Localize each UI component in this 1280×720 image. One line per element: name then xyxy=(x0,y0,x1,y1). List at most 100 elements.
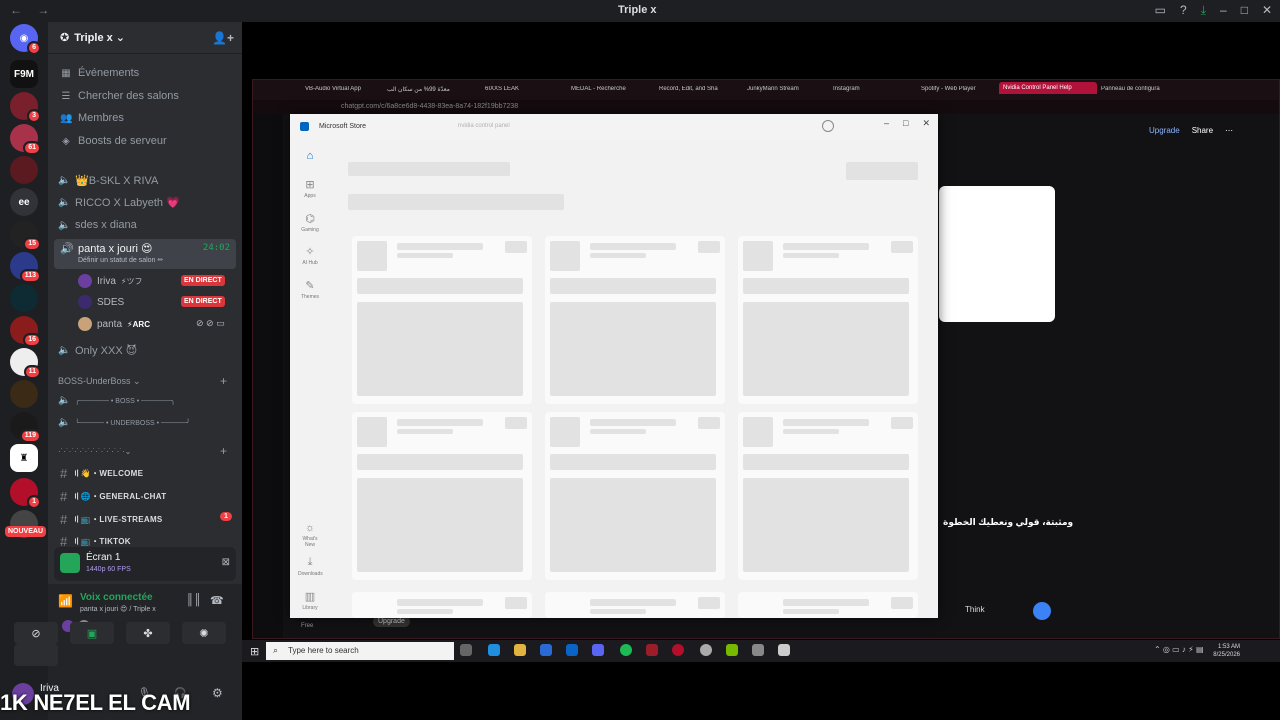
minimize-icon[interactable]: – xyxy=(884,118,889,129)
nav-library[interactable]: ▥ Library xyxy=(298,590,322,611)
activities-button[interactable]: ✤ xyxy=(126,622,170,644)
server-ee[interactable]: ee xyxy=(10,188,38,216)
url-bar[interactable]: chatgpt.com/c/6a8ce6d8-4438-83ea-8a74-18… xyxy=(253,100,1279,114)
store-icon[interactable] xyxy=(540,644,552,656)
server-icon[interactable]: 119 xyxy=(10,412,41,443)
server-icon[interactable] xyxy=(10,380,38,408)
taskbar-search[interactable]: ⌕ Type here to search xyxy=(266,642,454,660)
voice-channel[interactable]: 🔈 👑B-SKL X RIVA xyxy=(58,174,158,187)
upgrade-link[interactable]: Upgrade xyxy=(1149,126,1180,135)
nav-apps[interactable]: ⊞ Apps xyxy=(298,178,322,199)
settings-icon[interactable] xyxy=(700,644,712,656)
nav-home[interactable]: ⌂ xyxy=(298,150,322,164)
edge-icon[interactable] xyxy=(488,644,500,656)
browser-tab[interactable]: JunkyMann Stream xyxy=(747,86,813,92)
nav-themes[interactable]: ✎ Themes xyxy=(298,279,322,300)
share-button[interactable]: Share xyxy=(1192,126,1213,135)
voice-channel[interactable]: 🔈 ╰───── • UNDERBOSS • ─────╯ xyxy=(58,417,190,428)
stop-stream-icon[interactable]: ⊠ xyxy=(222,557,230,568)
voice-user[interactable]: panta ⚡ARC xyxy=(78,317,150,331)
menu-members[interactable]: 👥 Membres xyxy=(60,112,124,124)
nav-whats-new[interactable]: ☼ What's New xyxy=(298,522,322,548)
browser-tab-active[interactable]: Nvidia Control Panel Help xyxy=(999,82,1097,94)
app-icon[interactable] xyxy=(778,644,790,656)
camera-off-button[interactable]: ⊘ xyxy=(14,622,58,644)
voice-channel[interactable]: 🔈 sdes x diana xyxy=(58,219,137,231)
text-channel[interactable]: # 〢🌐・GENERAL-CHAT xyxy=(60,489,166,504)
browser-tab[interactable]: Panneau de configura xyxy=(1101,86,1181,92)
share-screen-button[interactable]: ▣ xyxy=(70,622,114,644)
voice-channel[interactable]: 🔈 ╭────── • BOSS • ──────╮ xyxy=(58,395,175,406)
inbox-icon[interactable]: ▭ xyxy=(1155,3,1166,18)
settings-gear-icon[interactable]: ⚙ xyxy=(212,686,223,700)
server-icon[interactable]: 113 xyxy=(10,252,41,283)
add-channel-icon[interactable]: + xyxy=(220,374,227,388)
maximize-icon[interactable]: □ xyxy=(1241,3,1248,18)
voice-channel[interactable]: 🔈 RICCO X Labyeth 💗 xyxy=(58,196,180,209)
add-channel-icon[interactable]: + xyxy=(220,444,227,458)
server-icon[interactable]: 61 xyxy=(10,124,41,155)
active-voice-channel[interactable]: 🔊 panta x jouri 😍 24:02 Définir un statu… xyxy=(54,239,236,269)
help-icon[interactable]: ? xyxy=(1180,3,1187,18)
browser-tab[interactable]: 6IXXS LEAK xyxy=(485,86,545,92)
image-thumbnail[interactable] xyxy=(939,186,1055,322)
store-search-input[interactable]: nvidia control panel xyxy=(458,123,510,129)
mail-icon[interactable] xyxy=(566,644,578,656)
category-header[interactable]: BOSS-UnderBoss ⌄ xyxy=(58,376,141,387)
clock[interactable]: 1:53 AM 8/25/2026 xyxy=(1213,643,1240,659)
explorer-icon[interactable] xyxy=(514,644,526,656)
invite-icon[interactable]: 👤+ xyxy=(212,31,234,45)
close-icon[interactable]: ✕ xyxy=(922,118,930,129)
discord-icon[interactable] xyxy=(592,644,604,656)
voice-channel[interactable]: 🔈 Only XXX 😈 xyxy=(58,344,137,357)
download-icon[interactable]: ⤓ xyxy=(1201,3,1206,18)
voice-user[interactable]: SDES xyxy=(78,295,124,309)
close-icon[interactable]: ✕ xyxy=(1262,3,1272,18)
app-icon[interactable] xyxy=(752,644,764,656)
maximize-icon[interactable]: □ xyxy=(903,118,908,129)
browser-tab[interactable]: MEDAL - Recherche xyxy=(571,86,639,92)
server-triple-x[interactable]: ♜ xyxy=(10,444,38,472)
voice-channel-path[interactable]: panta x jouri 😍 / Triple x xyxy=(80,605,156,613)
noise-icon[interactable]: ║║ xyxy=(186,594,202,606)
server-icon[interactable] xyxy=(10,284,38,312)
nav-downloads[interactable]: ⤓ Downloads xyxy=(298,556,323,577)
text-channel[interactable]: # 〢👋・WELCOME xyxy=(60,466,143,481)
disconnect-icon[interactable]: ☎ xyxy=(210,594,224,607)
spotify-icon[interactable] xyxy=(620,644,632,656)
server-header[interactable]: ✪ Triple x ⌄ 👤+ xyxy=(48,22,242,54)
discord-home-icon[interactable]: ◉ 6 xyxy=(10,24,41,55)
menu-events[interactable]: ▦ Événements xyxy=(60,67,139,79)
nav-ai-hub[interactable]: ✧ AI Hub xyxy=(298,245,322,266)
text-channel[interactable]: # 〢📺・LIVE-STREAMS xyxy=(60,512,163,527)
windows-start-icon[interactable]: ⊞ xyxy=(250,645,259,658)
voice-user[interactable]: Iriva ⚡ツフ xyxy=(78,274,143,288)
browser-tab[interactable]: Spotify - Web Player xyxy=(921,86,997,92)
system-tray-icons[interactable]: ⌃ ◎ ▭ ♪ ⚡ ▤ xyxy=(1154,645,1204,654)
minimize-icon[interactable]: – xyxy=(1220,3,1227,18)
category-divider[interactable]: ·˙·˙·˙·˙·˙·˙·˙·˙·˙·˙·˙·˙·⌄ xyxy=(58,447,131,456)
nav-gaming[interactable]: ⌬ Gaming xyxy=(298,212,322,233)
voice-mode-icon[interactable] xyxy=(1033,602,1051,620)
set-status-link[interactable]: Définir un statut de salon ✏ xyxy=(78,256,163,264)
server-f9m[interactable]: F9M xyxy=(10,60,38,88)
task-view-icon[interactable] xyxy=(460,644,472,656)
nav-arrows[interactable]: ← → xyxy=(10,3,55,17)
browser-tab[interactable]: Instagram xyxy=(833,86,889,92)
menu-boosts[interactable]: ◈ Boosts de serveur xyxy=(60,135,167,147)
opera-icon[interactable] xyxy=(672,644,684,656)
server-icon[interactable]: 1 xyxy=(10,478,41,509)
app-icon[interactable] xyxy=(646,644,658,656)
server-icon[interactable] xyxy=(10,156,38,184)
server-icon[interactable]: 16 xyxy=(10,316,41,347)
browser-tab[interactable]: معدّة 99% من سكان الب xyxy=(387,86,467,93)
more-icon[interactable]: ⋯ xyxy=(1225,126,1233,135)
nvidia-icon[interactable] xyxy=(726,644,738,656)
soundboard-button[interactable]: ✺ xyxy=(182,622,226,644)
server-icon[interactable]: 3 xyxy=(10,92,41,123)
server-icon[interactable]: 15 xyxy=(10,220,41,251)
account-icon[interactable] xyxy=(822,120,834,132)
server-icon[interactable]: 11 xyxy=(10,348,41,379)
browser-tab[interactable]: Record, Edit, and Sha xyxy=(659,86,729,92)
menu-browse-channels[interactable]: ☰ Chercher des salons xyxy=(60,90,179,102)
